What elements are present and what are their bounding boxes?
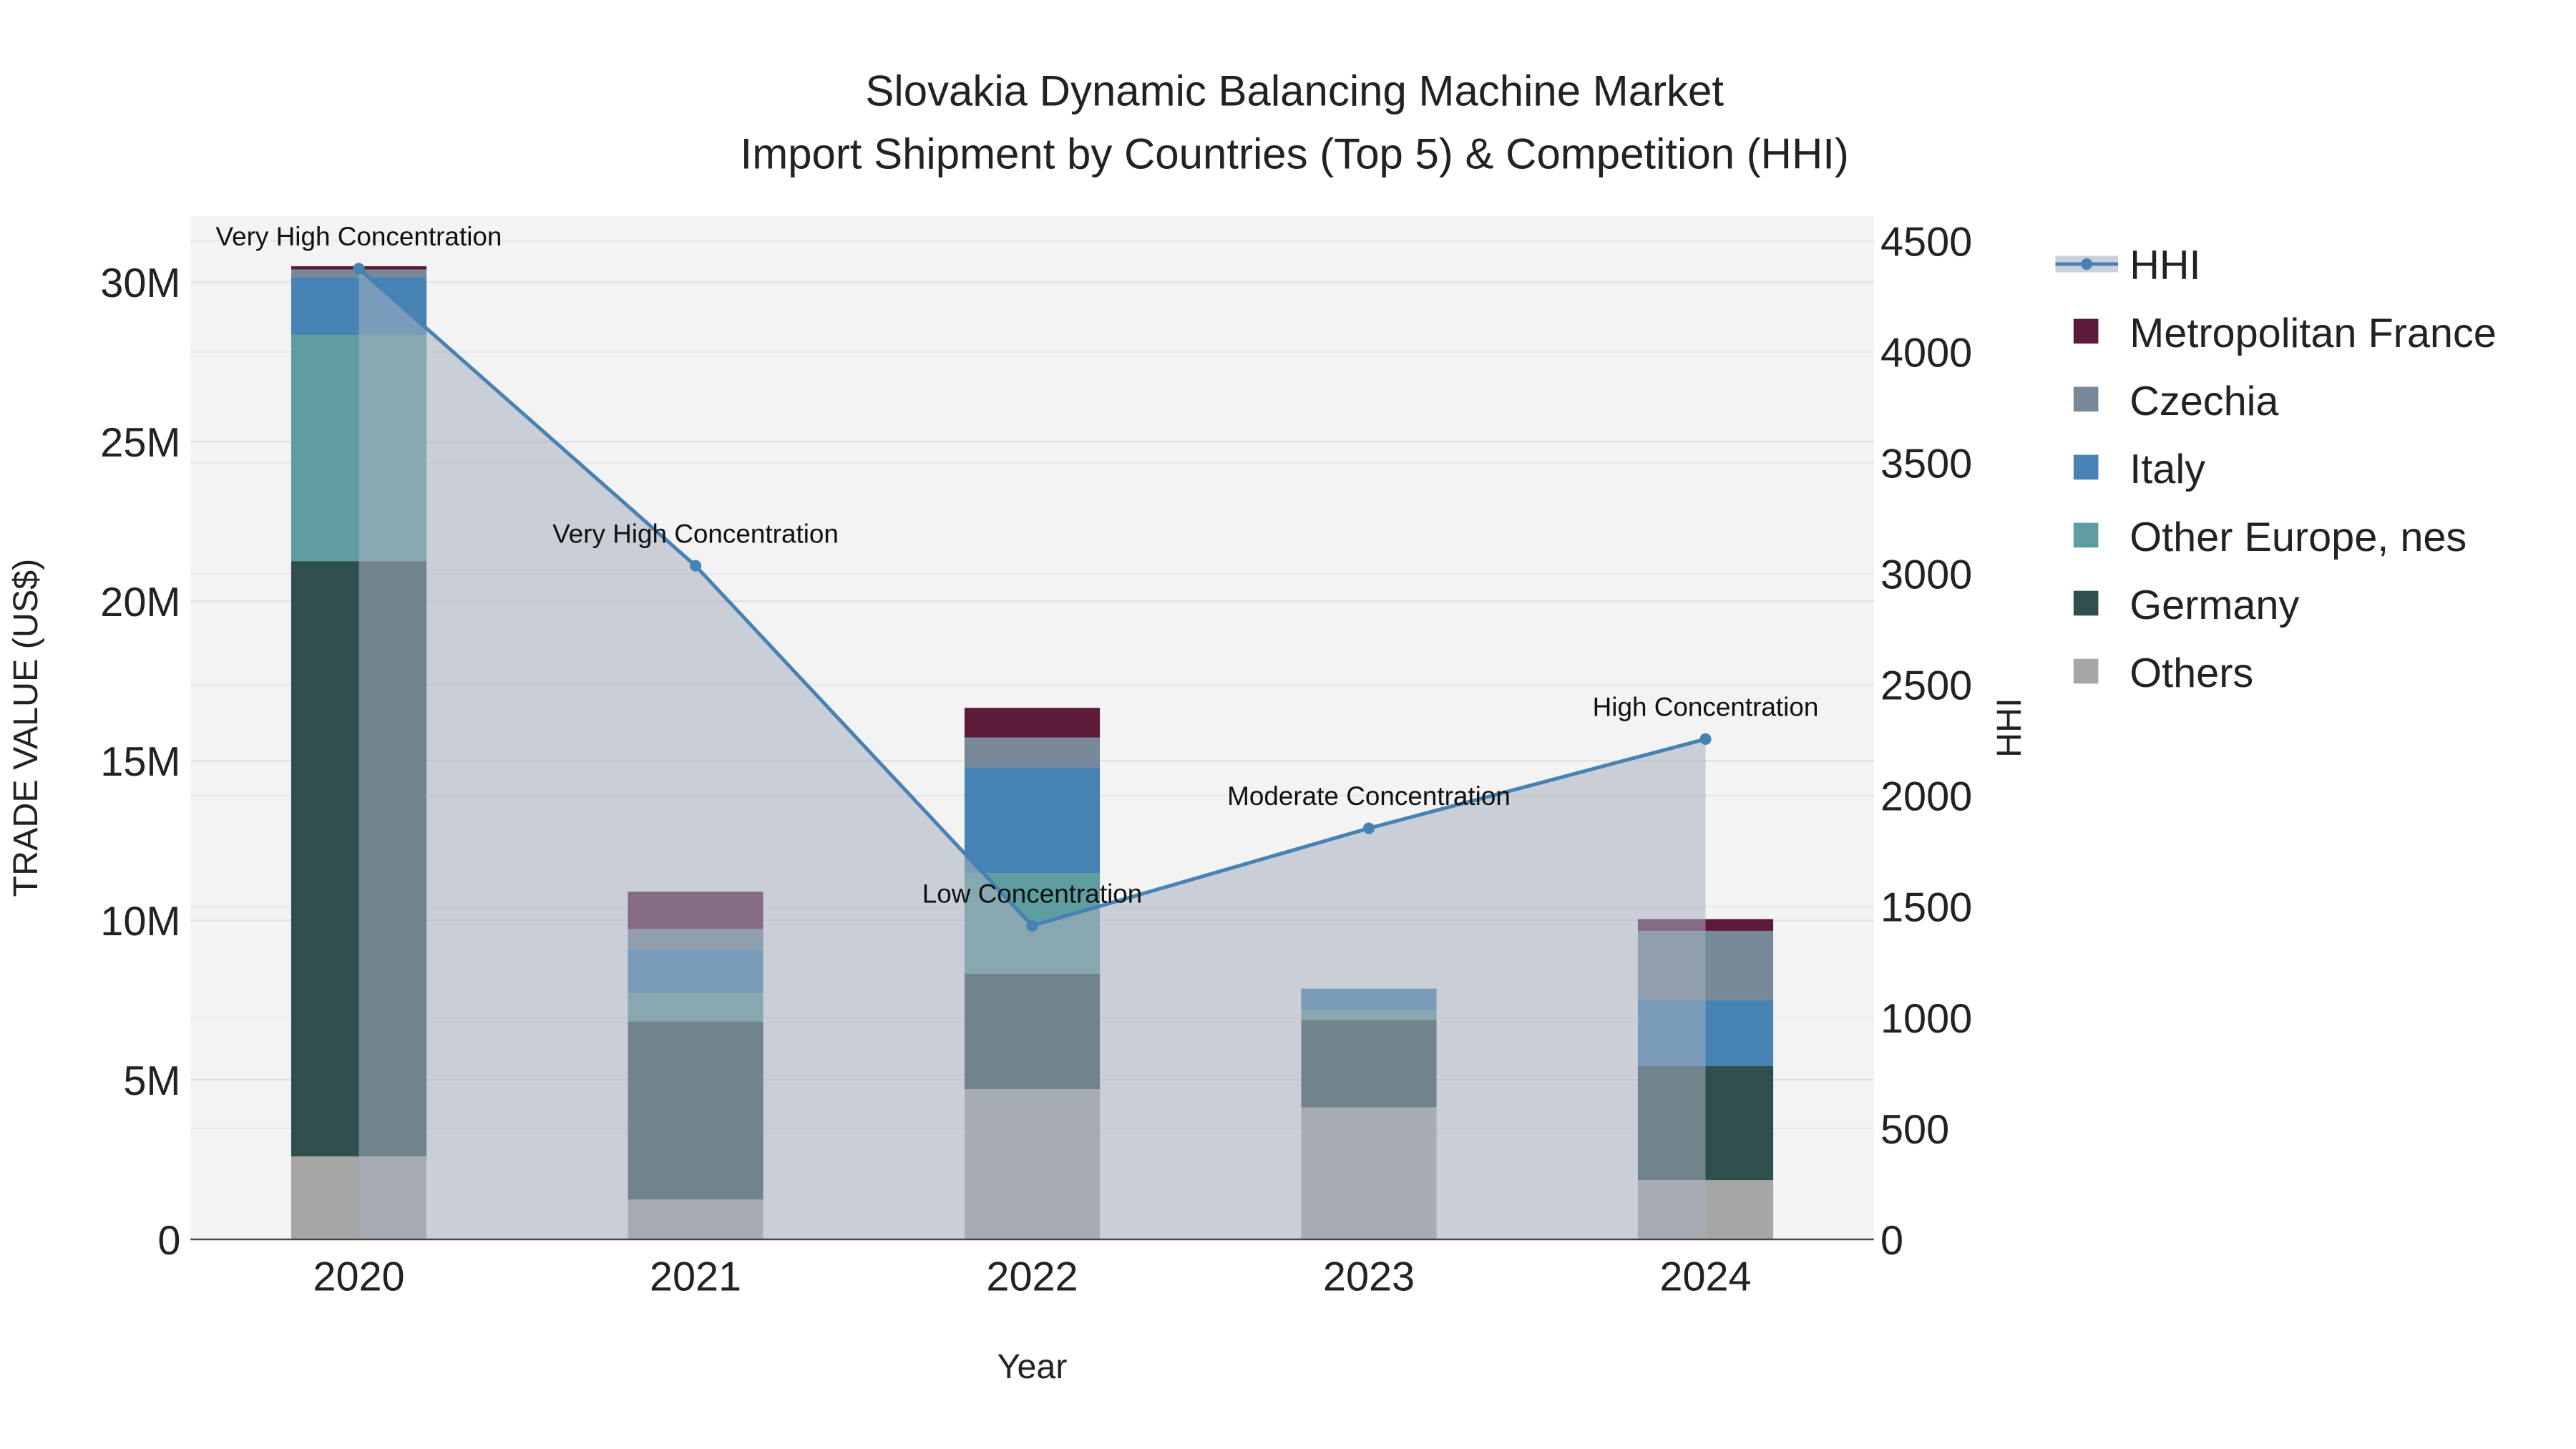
x-tick-label: 2020: [313, 1254, 404, 1300]
hhi-point-2021: [689, 560, 702, 572]
y-tick-label: 20M: [100, 580, 180, 625]
y-tick-label: 10M: [100, 899, 180, 945]
y2-tick-label: 4500: [1880, 219, 1972, 265]
legend-swatch-italy: [2073, 454, 2099, 480]
y-tick-label: 25M: [100, 420, 180, 466]
legend-label-germany: Germany: [2129, 582, 2299, 628]
y2-tick-label: 2500: [1880, 663, 1972, 709]
chart-title-line1: Slovakia Dynamic Balancing Machine Marke…: [865, 67, 1724, 115]
x-tick-label: 2021: [650, 1254, 741, 1300]
y2-tick-label: 2000: [1880, 774, 1972, 820]
x-tick-label: 2023: [1323, 1254, 1415, 1300]
y2-tick-label: 0: [1880, 1218, 1903, 1264]
legend-swatch-czechia: [2073, 386, 2099, 412]
legend-label-metropolitan-france: Metropolitan France: [2129, 311, 2497, 356]
legend-swatch-other-europe-nes: [2073, 522, 2099, 548]
bar-italy-2022: [964, 767, 1101, 874]
y2-tick-label: 500: [1880, 1107, 1949, 1153]
legend-label-others: Others: [2129, 650, 2253, 696]
legend-swatch-others: [2073, 658, 2099, 684]
y-tick-label: 5M: [123, 1058, 180, 1104]
hhi-point-2024: [1699, 733, 1712, 745]
y2-tick-label: 3000: [1880, 552, 1972, 598]
hhi-point-2022: [1026, 919, 1038, 932]
legend-hhi-swatch-marker: [2081, 258, 2093, 270]
bar-metropolitan-france-2022: [964, 708, 1101, 738]
y2-tick-label: 1000: [1880, 996, 1972, 1042]
legend-label-italy: Italy: [2129, 447, 2205, 492]
y-tick-label: 0: [157, 1218, 180, 1264]
y2-axis-title: HHI: [1990, 698, 2029, 757]
hhi-annotation-2023: Moderate Concentration: [1227, 781, 1511, 811]
hhi-annotation-2020: Very High Concentration: [216, 222, 502, 251]
chart: Very High Concentration Very High Concent…: [1, 0, 2575, 1449]
y2-tick-label: 1500: [1880, 885, 1972, 931]
chart-title-line2: Import Shipment by Countries (Top 5) & C…: [741, 130, 1849, 177]
legend-label-other-europe-nes: Other Europe, nes: [2129, 514, 2467, 560]
y2-tick-label: 3500: [1880, 441, 1972, 487]
hhi-annotation-2021: Very High Concentration: [552, 519, 839, 548]
y2-tick-label: 4000: [1880, 331, 1972, 376]
legend-label-hhi: HHI: [2129, 243, 2200, 288]
y-tick-label: 15M: [100, 739, 180, 785]
x-axis-title: Year: [997, 1347, 1068, 1386]
hhi-point-2023: [1362, 822, 1375, 834]
y-tick-label: 30M: [100, 260, 180, 306]
legend-swatch-metropolitan-france: [2073, 318, 2099, 344]
legend-label-czechia: Czechia: [2129, 379, 2279, 424]
x-tick-label: 2022: [986, 1254, 1078, 1300]
x-tick-label: 2024: [1659, 1254, 1751, 1300]
hhi-annotation-2024: High Concentration: [1593, 693, 1819, 722]
hhi-annotation-2022: Low Concentration: [922, 879, 1143, 908]
bar-czechia-2022: [964, 737, 1101, 768]
hhi-point-2020: [353, 263, 365, 275]
y-axis-title: TRADE VALUE (US$): [6, 559, 45, 897]
legend-swatch-germany: [2073, 590, 2099, 616]
